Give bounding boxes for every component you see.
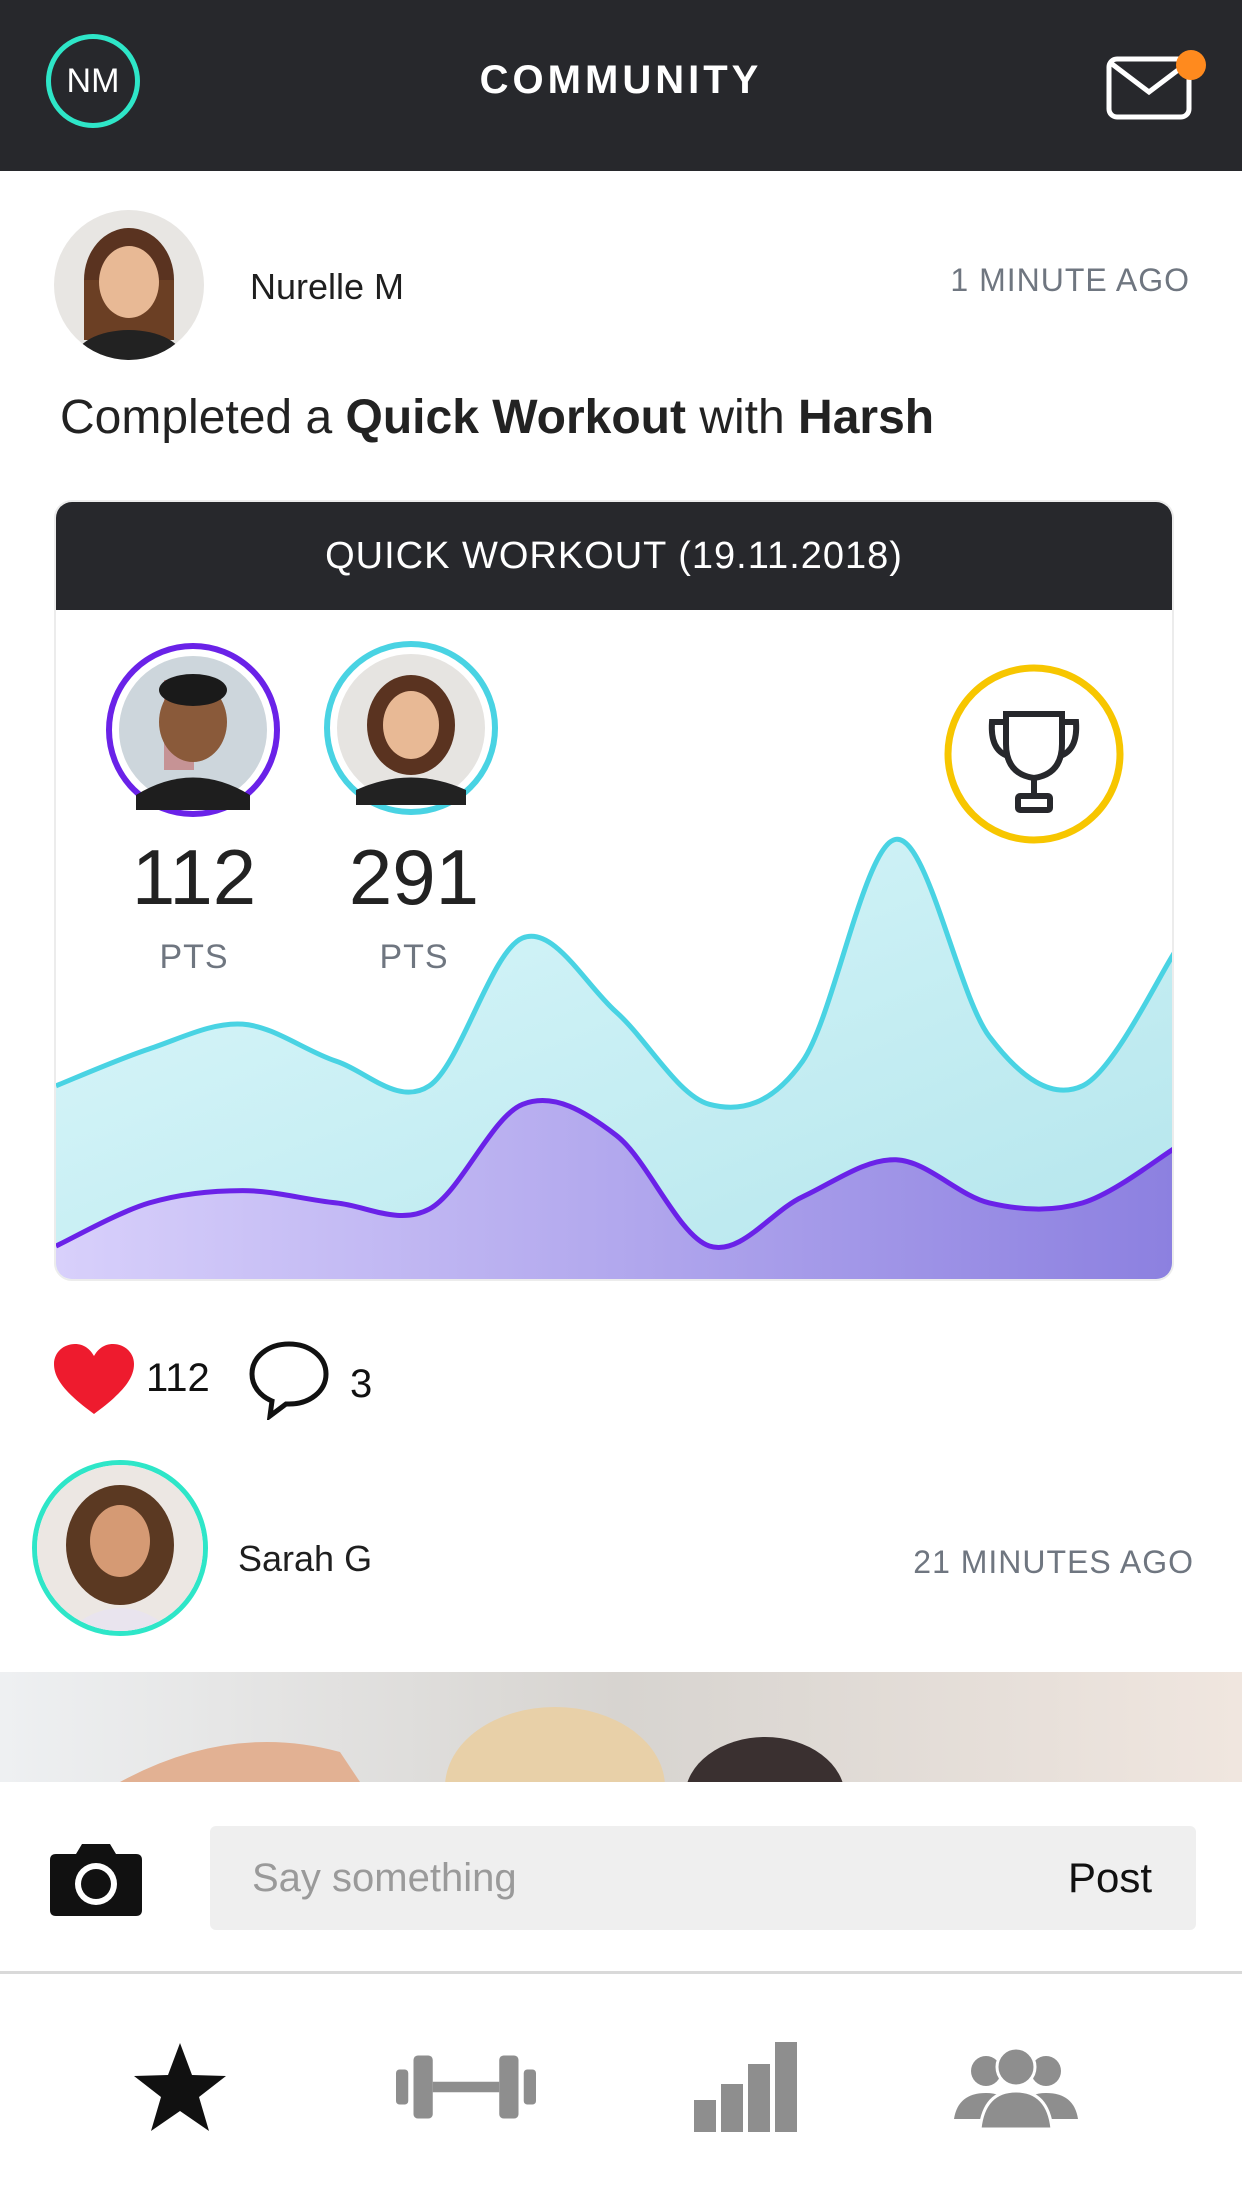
player1-points: 112: [131, 833, 257, 921]
post-timestamp: 21 MINUTES AGO: [913, 1544, 1194, 1580]
tab-workouts[interactable]: [396, 2027, 536, 2147]
composer-bar: Post: [0, 1782, 1242, 1974]
community-icon: [954, 2046, 1078, 2129]
workout-card[interactable]: QUICK WORKOUT (19.11.2018) 112 PTS 291 P…: [54, 500, 1174, 1281]
workout-name[interactable]: Quick Workout: [346, 391, 686, 444]
workout-card-title: QUICK WORKOUT (19.11.2018): [56, 502, 1172, 610]
page-title: COMMUNITY: [479, 58, 763, 102]
player-avatar-nurelle[interactable]: [324, 641, 498, 815]
likes-count: 112: [146, 1356, 210, 1400]
post-button[interactable]: Post: [1068, 1854, 1152, 1902]
partner-name[interactable]: Harsh: [798, 391, 934, 444]
post-author-name[interactable]: Sarah G: [238, 1538, 372, 1580]
dumbbell-icon: [396, 2055, 536, 2119]
say-something-input[interactable]: [210, 1826, 1010, 1930]
avatar-nurelle[interactable]: [54, 210, 204, 360]
post-text: Completed a Quick Workout with Harsh: [60, 390, 934, 445]
post-timestamp: 1 MINUTE AGO: [950, 262, 1190, 298]
heart-icon[interactable]: [54, 1344, 134, 1416]
bottom-tab-bar: [0, 1977, 1242, 2208]
avatar-sarah[interactable]: [32, 1460, 208, 1636]
star-icon: [134, 2043, 226, 2131]
player2-points-label: PTS: [379, 938, 449, 976]
comment-field: Post: [210, 1826, 1196, 1930]
tab-feed[interactable]: [110, 2027, 250, 2147]
stats-icon: [694, 2042, 797, 2132]
post-author-name[interactable]: Nurelle M: [250, 266, 404, 308]
trophy-icon: [944, 664, 1124, 844]
post-photo[interactable]: [0, 1672, 1242, 1782]
player-avatar-harsh[interactable]: [106, 643, 280, 817]
top-bar: NM COMMUNITY: [0, 0, 1242, 171]
comment-icon[interactable]: [248, 1340, 330, 1420]
player2-points: 291: [348, 833, 480, 921]
post-text-with: with: [699, 391, 785, 444]
post-text-prefix: Completed a: [60, 391, 333, 444]
player1-points-label: PTS: [159, 938, 229, 976]
tab-community[interactable]: [946, 2027, 1086, 2147]
camera-icon[interactable]: [50, 1840, 142, 1916]
tab-stats[interactable]: [676, 2027, 816, 2147]
notification-dot: [1176, 50, 1206, 80]
comments-count: 3: [350, 1362, 373, 1406]
